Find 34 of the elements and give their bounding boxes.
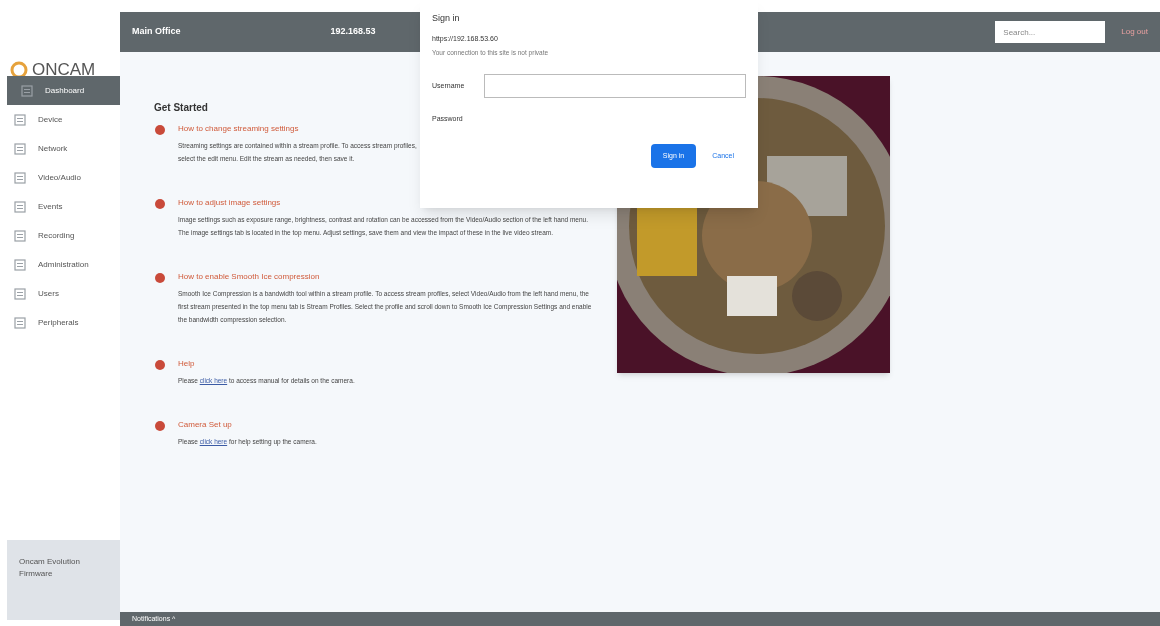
location-title: Main Office xyxy=(132,25,181,39)
username-field[interactable] xyxy=(484,73,746,98)
topic-icon xyxy=(154,359,166,371)
sidebar-item[interactable]: Peripherals xyxy=(0,308,120,337)
section-title: Get Started xyxy=(154,101,209,115)
sidebar-item[interactable]: Network xyxy=(0,134,120,163)
sidebar-item[interactable]: Recording xyxy=(0,221,120,250)
topic-link[interactable]: Help xyxy=(178,358,355,370)
camera-address: 192.168.53 xyxy=(330,25,376,39)
sidebar-item[interactable]: Dashboard xyxy=(7,76,120,105)
sidebar-item[interactable]: Events xyxy=(0,192,120,221)
topic-icon xyxy=(154,124,166,136)
menu-item-icon xyxy=(14,142,26,155)
menu-item-icon xyxy=(14,171,26,184)
topic-icon xyxy=(154,420,166,432)
sidebar-item[interactable]: Video/Audio xyxy=(0,163,120,192)
menu-item-icon xyxy=(14,113,26,126)
menu-item-icon xyxy=(14,229,26,242)
menu-item-icon xyxy=(14,316,26,329)
topic-icon xyxy=(154,272,166,284)
menu-item-icon xyxy=(14,258,26,271)
menu-item-icon xyxy=(14,200,26,213)
topic-link[interactable]: How to enable Smooth Ice compression xyxy=(178,271,594,283)
logo-icon xyxy=(10,61,28,79)
firmware-label: Oncam Evolution Firmware xyxy=(19,556,81,580)
menu-item-icon xyxy=(21,84,33,97)
sidebar-item[interactable]: Users xyxy=(0,279,120,308)
topic-link[interactable]: Camera Set up xyxy=(178,419,317,431)
sidebar-item[interactable]: Administration xyxy=(0,250,120,279)
dialog-title: Sign in xyxy=(432,12,461,25)
search-field[interactable]: Search... xyxy=(995,21,1106,43)
menu-item-icon xyxy=(14,287,26,300)
topic-icon xyxy=(154,198,166,210)
sidebar-item[interactable]: Device xyxy=(0,105,120,134)
